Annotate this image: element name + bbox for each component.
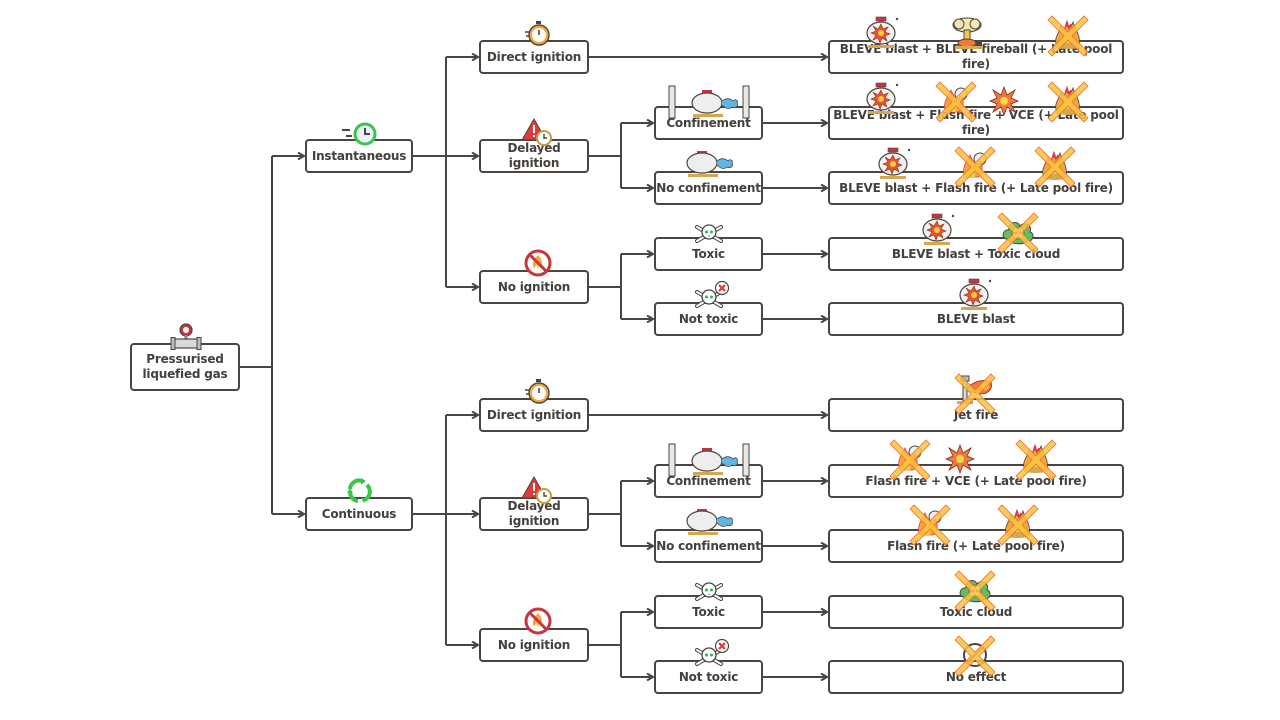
crossed-out-marker [992, 207, 1044, 259]
crossed-out-marker [949, 141, 1001, 193]
no-fire-icon [523, 248, 553, 282]
crossed-out-marker [992, 499, 1044, 551]
crossed-out-marker [1042, 76, 1094, 128]
outcome-node: Flash fire + VCE (+ Late pool fire) [828, 464, 1124, 498]
tank-leak-icon [679, 507, 739, 541]
skull-icon [694, 221, 724, 249]
skull-cancel-icon [694, 638, 732, 672]
crossed-out-marker [904, 499, 956, 551]
outcome-node: BLEVE blast + Toxic cloud [828, 237, 1124, 271]
root-node: Pressurised liquefied gas [130, 343, 240, 391]
stopwatch-icon [523, 20, 553, 52]
fast-clock-icon [342, 122, 377, 146]
release-label: Instantaneous [311, 148, 407, 163]
tank-leak-icon [679, 149, 739, 183]
skull-cancel-icon [694, 280, 732, 314]
crossed-out-marker [1029, 141, 1081, 193]
root-label: Pressurised liquefied gas [142, 352, 228, 381]
warning-clock-icon [521, 475, 555, 509]
stopwatch-icon [523, 378, 553, 410]
warning-clock-icon [521, 117, 555, 151]
crossed-out-marker [884, 434, 936, 486]
pipe-gauge-icon [170, 323, 202, 350]
bleve-tank-icon [957, 278, 993, 316]
outcome-node: Flash fire (+ Late pool fire) [828, 529, 1124, 563]
recycle-arrows-icon [347, 478, 372, 503]
mushroom-cloud-icon [948, 16, 988, 54]
release-label: Continuous [321, 506, 397, 521]
crossed-out-marker [949, 368, 1001, 420]
bleve-tank-icon [920, 213, 956, 251]
crossed-out-marker [930, 76, 982, 128]
confined-tank-icon [667, 442, 751, 482]
no-fire-icon [523, 606, 553, 640]
crossed-out-marker [949, 630, 1001, 682]
confined-tank-icon [667, 84, 751, 124]
explosion-icon [988, 85, 1020, 120]
bleve-tank-icon [864, 82, 900, 120]
crossed-out-marker [949, 565, 1001, 617]
crossed-out-marker [1042, 10, 1094, 62]
bleve-tank-icon [864, 16, 900, 54]
bleve-tank-icon [876, 147, 912, 185]
explosion-icon [944, 443, 976, 478]
crossed-out-marker [1010, 434, 1062, 486]
skull-icon [694, 579, 724, 607]
